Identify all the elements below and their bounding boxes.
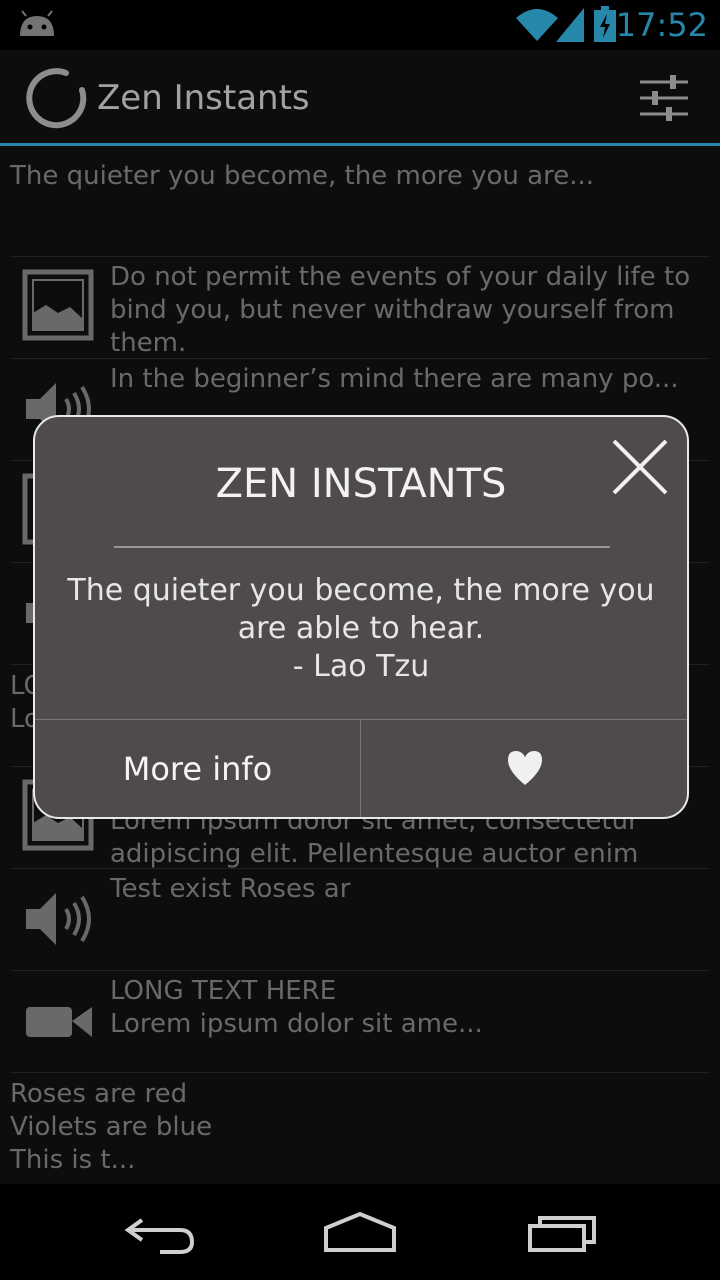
dialog-buttons: More info bbox=[35, 719, 687, 817]
close-icon[interactable] bbox=[610, 437, 670, 497]
quote-dialog: ZEN INSTANTS The quieter you become, the… bbox=[33, 415, 689, 819]
dialog-divider bbox=[114, 546, 610, 548]
navigation-bar bbox=[0, 1184, 720, 1280]
back-icon[interactable] bbox=[120, 1206, 200, 1256]
home-icon[interactable] bbox=[320, 1206, 400, 1256]
quote-text: The quieter you become, the more you are… bbox=[67, 573, 655, 646]
favorite-button[interactable] bbox=[361, 720, 687, 817]
dialog-message: The quieter you become, the more you are… bbox=[55, 572, 667, 686]
more-info-button[interactable]: More info bbox=[35, 720, 360, 817]
recent-apps-icon[interactable] bbox=[522, 1206, 602, 1256]
quote-author: - Lao Tzu bbox=[292, 649, 430, 684]
heart-icon bbox=[508, 751, 542, 785]
dialog-title: ZEN INSTANTS bbox=[215, 461, 507, 507]
